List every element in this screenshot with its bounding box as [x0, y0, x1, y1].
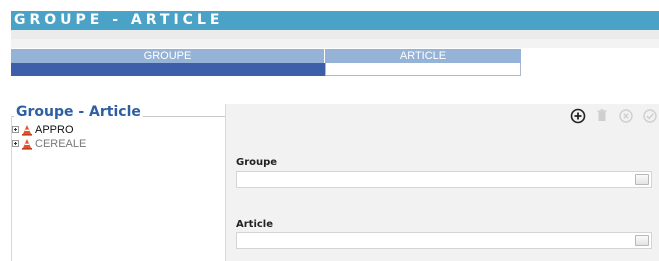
tab-groupe[interactable]: GROUPE: [11, 49, 325, 77]
header-band-secondary: [11, 39, 659, 48]
tree-panel: Groupe - Article APPRO CEREALE: [11, 104, 225, 261]
article-field-label: Article: [236, 219, 274, 230]
delete-icon[interactable]: [593, 107, 611, 125]
tree-panel-legend: Groupe - Article: [14, 104, 143, 120]
tree-item-label: CEREALE: [35, 137, 87, 150]
tree: APPRO CEREALE: [11, 123, 86, 151]
tab-groupe-label: GROUPE: [11, 49, 325, 63]
tab-article-label: ARTICLE: [325, 49, 521, 63]
tab-groupe-indicator: [11, 63, 325, 76]
header-band: [11, 30, 659, 39]
tree-item-label: APPRO: [35, 123, 74, 136]
tree-item-appro[interactable]: APPRO: [11, 123, 86, 136]
groupe-field[interactable]: [236, 171, 652, 188]
page-title: GROUPE - ARTICLE: [11, 11, 659, 30]
groupe-field-label: Groupe: [236, 157, 278, 168]
article-lookup-button[interactable]: [635, 235, 649, 246]
validate-icon[interactable]: [641, 107, 659, 125]
expand-icon[interactable]: [12, 126, 19, 133]
tab-article[interactable]: ARTICLE: [325, 49, 521, 77]
form-panel: Groupe Article: [225, 104, 659, 261]
form-toolbar: [569, 107, 659, 125]
groupe-lookup-button[interactable]: [635, 174, 649, 185]
add-icon[interactable]: [569, 107, 587, 125]
article-field[interactable]: [236, 232, 652, 249]
cone-icon: [22, 138, 32, 150]
tab-article-indicator: [325, 63, 521, 76]
cone-icon: [22, 124, 32, 136]
tab-bar: GROUPE ARTICLE: [11, 49, 521, 77]
tree-item-cereale[interactable]: CEREALE: [11, 137, 86, 150]
expand-icon[interactable]: [12, 140, 19, 147]
cancel-icon[interactable]: [617, 107, 635, 125]
